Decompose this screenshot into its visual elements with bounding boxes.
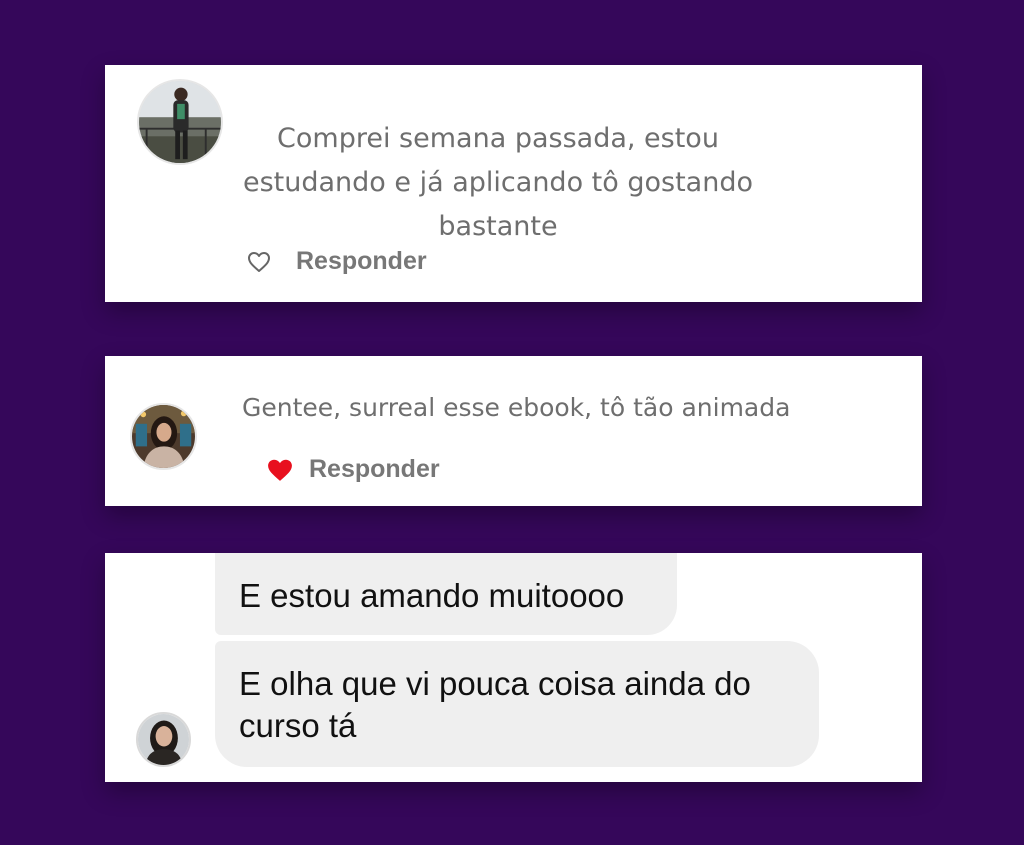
- comment-card: Gentee, surreal esse ebook, tô tão anima…: [105, 356, 922, 506]
- comment-text: Comprei semana passada, estou estudando …: [243, 123, 753, 242]
- comment-actions: Responder: [247, 247, 427, 276]
- avatar[interactable]: [130, 403, 197, 470]
- heart-filled-icon[interactable]: [267, 458, 293, 482]
- avatar-photo: [132, 405, 195, 468]
- chat-message: E estou amando muitoooo: [215, 553, 677, 635]
- avatar-photo: [139, 81, 221, 163]
- reply-button[interactable]: Responder: [309, 455, 440, 484]
- chat-card: E estou amando muitoooo E olha que vi po…: [105, 553, 922, 782]
- avatar[interactable]: [136, 712, 191, 767]
- avatar-photo: [138, 714, 189, 765]
- avatar[interactable]: [137, 79, 223, 165]
- heart-outline-icon[interactable]: [247, 251, 271, 273]
- comment-text: Gentee, surreal esse ebook, tô tão anima…: [242, 393, 791, 422]
- comment-card: Comprei semana passada, estou estudando …: [105, 65, 922, 302]
- chat-message: E olha que vi pouca coisa ainda do curso…: [215, 641, 819, 767]
- reply-button[interactable]: Responder: [296, 247, 427, 276]
- comment-actions: Responder: [267, 455, 440, 484]
